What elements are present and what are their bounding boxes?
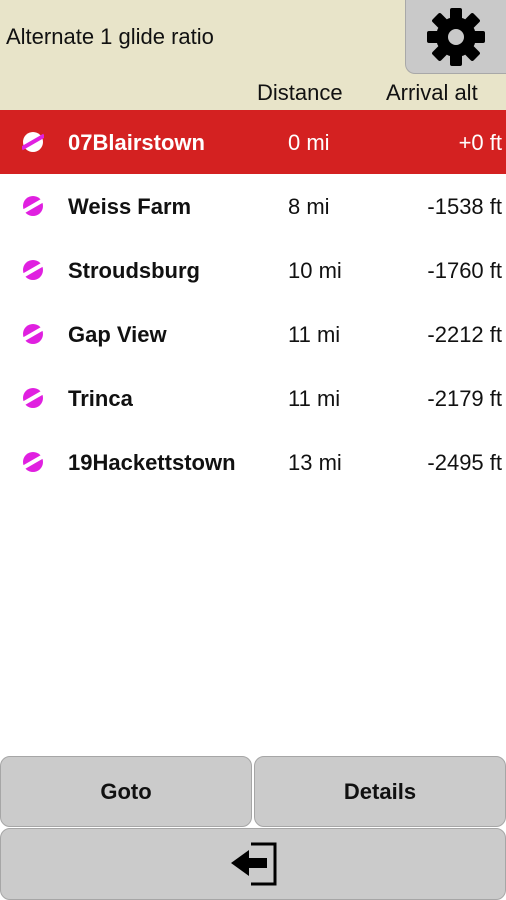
waypoint-distance: 11 mi (288, 386, 341, 411)
list-item[interactable]: Stroudsburg 10 mi -1760 ft (0, 238, 506, 302)
header: Alternate 1 glide ratio Distance Arrival… (0, 0, 506, 110)
waypoint-distance: 8 mi (288, 194, 330, 219)
waypoint-arrival-alt: -2179 ft (427, 386, 502, 411)
page-title: Alternate 1 glide ratio (6, 24, 214, 49)
gear-icon (427, 7, 485, 66)
waypoint-name: Weiss Farm (68, 194, 192, 219)
list-item[interactable]: 19Hackettstown 13 mi -2495 ft (0, 430, 506, 494)
goto-button[interactable]: Goto (0, 756, 252, 827)
airfield-icon (22, 196, 44, 216)
list-item[interactable]: 07Blairstown 0 mi +0 ft (0, 110, 506, 174)
waypoint-arrival-alt: -1538 ft (427, 194, 502, 219)
waypoint-name: Stroudsburg (68, 258, 200, 283)
waypoint-arrival-alt: -2212 ft (427, 322, 502, 347)
waypoint-arrival-alt: -1760 ft (427, 258, 502, 283)
details-button[interactable]: Details (254, 756, 506, 827)
airfield-icon (22, 324, 44, 344)
column-header-arrival-alt: Arrival alt (386, 80, 478, 105)
exit-icon (231, 842, 277, 886)
column-header-distance: Distance (257, 80, 343, 105)
waypoint-arrival-alt: +0 ft (458, 130, 502, 155)
exit-button[interactable] (0, 828, 506, 900)
list-item[interactable]: Trinca 11 mi -2179 ft (0, 366, 506, 430)
waypoint-distance: 0 mi (288, 130, 330, 155)
airfield-icon (22, 132, 44, 152)
waypoint-name: 07Blairstown (68, 130, 205, 155)
airfield-icon (22, 452, 44, 472)
waypoint-name: Trinca (68, 386, 133, 411)
waypoint-distance: 10 mi (288, 258, 342, 283)
waypoint-distance: 11 mi (288, 322, 341, 347)
waypoint-name: Gap View (68, 322, 167, 347)
list-item[interactable]: Gap View 11 mi -2212 ft (0, 302, 506, 366)
waypoint-arrival-alt: -2495 ft (427, 450, 502, 475)
list-item[interactable]: Weiss Farm 8 mi -1538 ft (0, 174, 506, 238)
waypoint-list: 07Blairstown 0 mi +0 ft Weiss Farm 8 mi -1538… (0, 110, 506, 494)
waypoint-name: 19Hackettstown (68, 450, 236, 475)
airfield-icon (22, 388, 44, 408)
settings-button[interactable] (405, 0, 506, 74)
waypoint-distance: 13 mi (288, 450, 342, 475)
airfield-icon (22, 260, 44, 280)
